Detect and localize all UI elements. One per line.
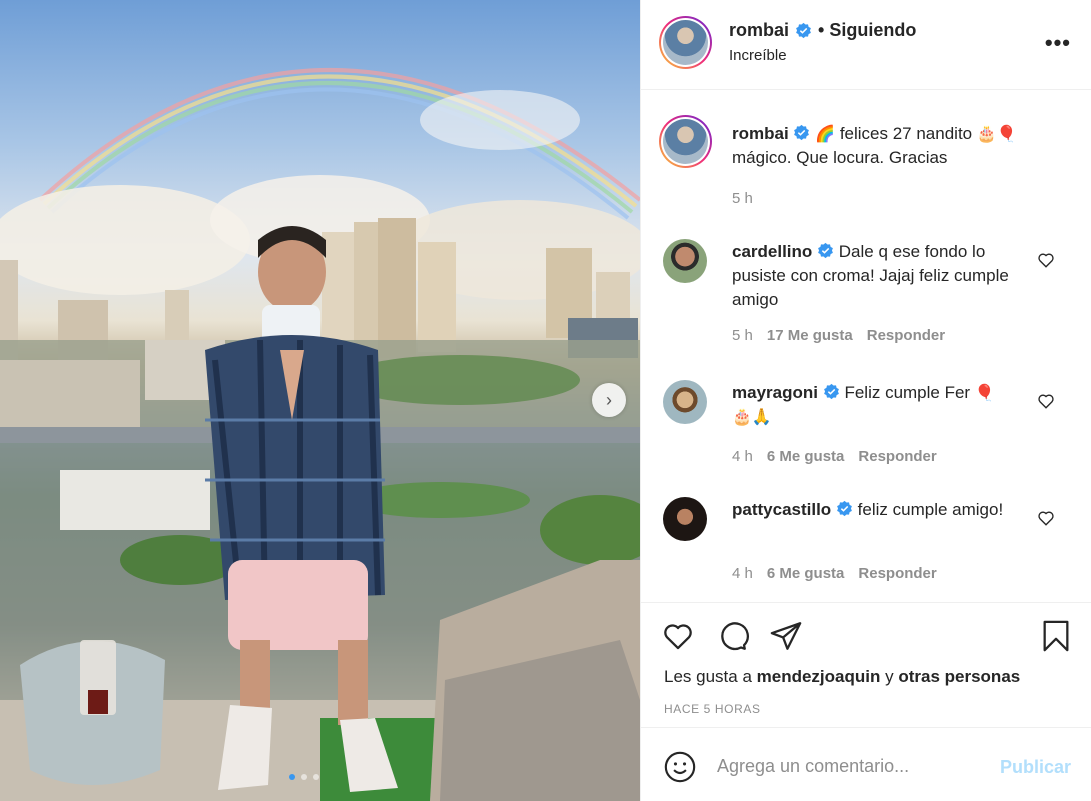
verified-badge-icon (818, 242, 833, 259)
like-comment-heart-icon[interactable] (1037, 392, 1055, 410)
following-status[interactable]: • Siguiendo (818, 20, 916, 41)
cake-balloon-emoji: 🎂🎈 (976, 124, 1017, 143)
caption-username[interactable]: rombai (732, 124, 789, 143)
publish-button[interactable]: Publicar (1000, 757, 1071, 778)
comments-list[interactable]: rombai 🌈 felices 27 nandito 🎂🎈 mágico. Q… (641, 91, 1091, 601)
commenter-avatar[interactable] (663, 497, 707, 541)
post-location[interactable]: Increíble (729, 47, 787, 64)
caption-body-2: mágico. Que locura. Gracias (732, 148, 948, 167)
author-avatar[interactable] (659, 16, 712, 69)
caption-avatar[interactable] (659, 115, 712, 168)
author-username[interactable]: rombai (729, 20, 789, 41)
comment-meta: 5 h 17 Me gusta Responder (732, 327, 945, 344)
author-line: rombai • Siguiendo (729, 20, 916, 41)
comment-body: Feliz cumple Fer (844, 383, 971, 402)
likes-summary: Les gusta a mendezjoaquin y otras person… (664, 667, 1020, 687)
likes-joiner: y (885, 667, 894, 686)
reply-button[interactable]: Responder (858, 565, 936, 582)
carousel-indicator (289, 774, 319, 780)
emoji-smiley-icon[interactable] (663, 750, 697, 784)
commenter-username[interactable]: pattycastillo (732, 500, 831, 519)
save-bookmark-icon[interactable] (1039, 619, 1073, 653)
comment-time[interactable]: 4 h (732, 448, 753, 465)
comment-meta: 4 h 6 Me gusta Responder (732, 565, 937, 582)
likes-user[interactable]: mendezjoaquin (757, 667, 881, 686)
post-details-panel: rombai • Siguiendo Increíble ••• rombai … (640, 0, 1091, 801)
comment-icon[interactable] (715, 619, 749, 653)
commenter-avatar[interactable] (663, 380, 707, 424)
comment-input[interactable] (717, 753, 987, 779)
cake-pray-emoji: 🎂🙏 (732, 407, 772, 426)
verified-badge-icon (823, 383, 839, 400)
verified-badge-icon (837, 500, 852, 517)
comment-time[interactable]: 4 h (732, 565, 753, 582)
verified-badge-icon (794, 124, 810, 141)
photo-illustration (0, 68, 640, 801)
comment-text: cardellino Dale q ese fondo lo pusiste c… (732, 240, 1032, 312)
post-header: rombai • Siguiendo Increíble ••• (641, 0, 1091, 90)
next-slide-button[interactable]: › (592, 383, 626, 417)
commenter-username[interactable]: cardellino (732, 242, 812, 261)
rainbow-emoji: 🌈 (815, 124, 836, 143)
likes-others[interactable]: otras personas (898, 667, 1020, 686)
caption-meta: 5 h (732, 190, 753, 207)
like-comment-heart-icon[interactable] (1037, 509, 1055, 527)
commenter-avatar[interactable] (663, 239, 707, 283)
commenter-username[interactable]: mayragoni (732, 383, 818, 402)
comment-time[interactable]: 5 h (732, 327, 753, 344)
reply-button[interactable]: Responder (867, 327, 945, 344)
like-heart-icon[interactable] (661, 619, 695, 653)
comment-text: mayragoni Feliz cumple Fer 🎈 🎂🙏 (732, 381, 1032, 429)
reply-button[interactable]: Responder (858, 448, 936, 465)
carousel-dot (313, 774, 319, 780)
like-comment-heart-icon[interactable] (1037, 251, 1055, 269)
likes-prefix: Les gusta a (664, 667, 752, 686)
balloon-emoji: 🎈 (974, 383, 995, 402)
post-timestamp[interactable]: HACE 5 HORAS (664, 702, 761, 716)
caption-body-1: felices 27 nandito (839, 124, 973, 143)
comment-likes[interactable]: 6 Me gusta (767, 565, 845, 582)
verified-badge-icon (796, 22, 811, 39)
caption-text: rombai 🌈 felices 27 nandito 🎂🎈 mágico. Q… (732, 122, 1032, 170)
comment-meta: 4 h 6 Me gusta Responder (732, 448, 937, 465)
carousel-dot-active (289, 774, 295, 780)
more-options-icon[interactable]: ••• (1045, 30, 1071, 56)
comment-likes[interactable]: 6 Me gusta (767, 448, 845, 465)
comment-likes[interactable]: 17 Me gusta (767, 327, 853, 344)
post-photo[interactable]: › (0, 0, 640, 801)
share-icon[interactable] (769, 619, 803, 653)
caption-time[interactable]: 5 h (732, 190, 753, 207)
carousel-dot (301, 774, 307, 780)
comment-composer: Publicar (641, 727, 1091, 801)
comment-body: feliz cumple amigo! (857, 500, 1004, 519)
comment-text: pattycastillo feliz cumple amigo! (732, 498, 1032, 522)
post-actions: Les gusta a mendezjoaquin y otras person… (641, 602, 1091, 727)
